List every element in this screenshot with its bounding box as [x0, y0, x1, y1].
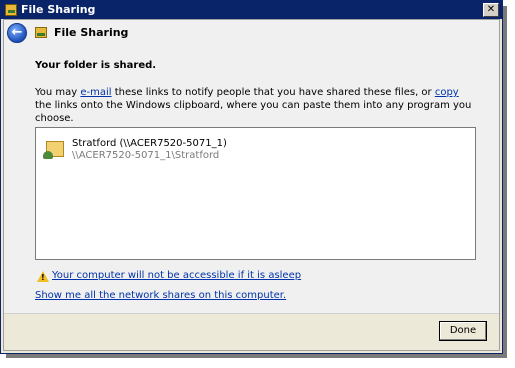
sharing-icon	[5, 4, 17, 16]
done-button[interactable]: Done	[439, 321, 487, 341]
sharing-icon	[35, 27, 47, 38]
copy-link[interactable]: copy	[435, 87, 459, 98]
warning-icon: !	[37, 271, 49, 282]
sleep-warning-link[interactable]: Your computer will not be accessible if …	[52, 270, 301, 281]
file-sharing-window: File Sharing ✕ ← File Sharing Your folde…	[0, 0, 503, 354]
dialog-footer: Done	[4, 313, 499, 350]
shared-items-list[interactable]: Stratford (\\ACER7520-5071_1) \\ACER7520…	[35, 127, 476, 260]
instructions-part3: the links onto the Windows clipboard, wh…	[35, 100, 472, 124]
email-link[interactable]: e-mail	[80, 87, 111, 98]
navigation-bar: ← File Sharing	[4, 20, 499, 46]
network-shares-link[interactable]: Show me all the network shares on this c…	[35, 290, 286, 301]
shared-item-name[interactable]: Stratford (\\ACER7520-5071_1)	[72, 138, 227, 149]
instructions-text: You may e-mail these links to notify peo…	[35, 86, 475, 125]
shared-folder-icon	[43, 138, 67, 160]
shared-item-path: \\ACER7520-5071_1\Stratford	[72, 150, 220, 161]
page-title: File Sharing	[54, 26, 129, 39]
status-heading: Your folder is shared.	[35, 60, 157, 71]
window-title: File Sharing	[21, 3, 96, 16]
title-bar[interactable]: File Sharing ✕	[1, 1, 502, 19]
back-button[interactable]: ←	[7, 23, 27, 43]
dialog-body: ← File Sharing Your folder is shared. Yo…	[3, 19, 500, 351]
instructions-part2: these links to notify people that you ha…	[111, 87, 435, 98]
close-button[interactable]: ✕	[483, 3, 499, 17]
instructions-part1: You may	[35, 87, 81, 98]
